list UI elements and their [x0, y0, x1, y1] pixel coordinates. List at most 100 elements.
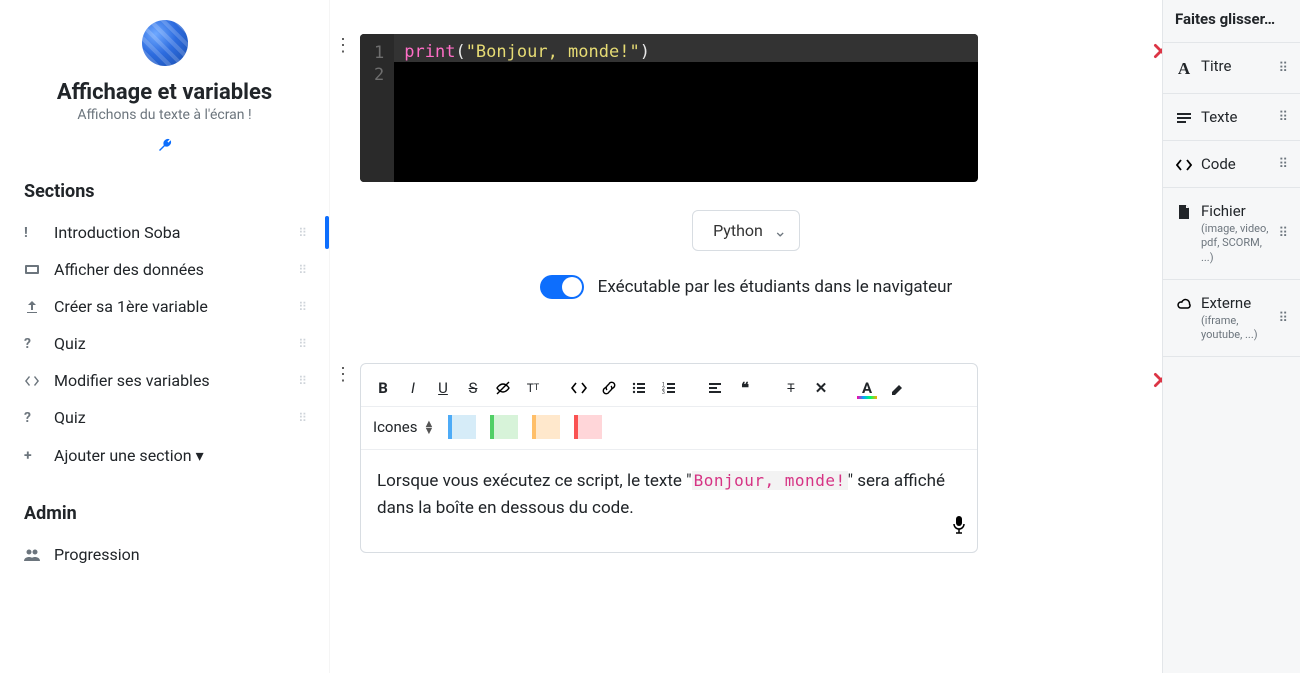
- italic-button[interactable]: I: [399, 374, 427, 402]
- palette-heading: Faites glisser…: [1163, 0, 1300, 43]
- remove-button[interactable]: ✕: [807, 374, 835, 402]
- grip-icon[interactable]: ⠿: [1278, 66, 1290, 71]
- rte-toolbar: B I U S TT: [361, 364, 977, 407]
- palette-item-code[interactable]: Code ⠿: [1163, 141, 1300, 188]
- grip-icon[interactable]: ⠿: [298, 304, 309, 310]
- palette-item-fichier[interactable]: Fichier (image, video, pdf, SCORM, ...) …: [1163, 188, 1300, 280]
- rte-icon-row: Icones ▲▼: [361, 407, 977, 450]
- microphone-icon[interactable]: [951, 515, 967, 544]
- code-icon: [1175, 157, 1193, 173]
- text-size-button[interactable]: TT: [519, 374, 547, 402]
- language-select[interactable]: Python ⌄: [692, 210, 800, 251]
- sidebar: Affichage et variables Affichons du text…: [0, 0, 330, 673]
- grip-icon[interactable]: ⠿: [298, 415, 309, 421]
- toggle-knob: [562, 277, 582, 297]
- grip-icon[interactable]: ⠿: [1278, 162, 1290, 167]
- icones-dropdown[interactable]: Icones ▲▼: [373, 418, 434, 436]
- file-icon: [1175, 204, 1193, 220]
- main-editor: ⋮ 1 2 print("Bonjour, monde!") Python ⌄: [330, 0, 1162, 673]
- svg-text:3: 3: [662, 390, 665, 396]
- wrench-icon[interactable]: [157, 138, 173, 157]
- palette-item-titre[interactable]: A Titre ⠿: [1163, 43, 1300, 94]
- bold-button[interactable]: B: [369, 374, 397, 402]
- section-item-quiz-1[interactable]: ? Quiz ⠿: [24, 325, 305, 362]
- swatch-blue[interactable]: [448, 415, 476, 439]
- drag-handle[interactable]: ⋮: [334, 373, 352, 377]
- chevron-down-icon: ⌄: [773, 221, 786, 240]
- course-subtitle: Affichons du texte à l'écran !: [24, 107, 305, 123]
- hide-icon[interactable]: [489, 374, 517, 402]
- admin-heading: Admin: [24, 503, 305, 524]
- clear-format-button[interactable]: T: [777, 374, 805, 402]
- ul-button[interactable]: [625, 374, 653, 402]
- question-icon: ?: [24, 336, 48, 352]
- code-token-fn: print: [404, 42, 455, 62]
- course-avatar: [142, 20, 188, 66]
- drag-handle[interactable]: ⋮: [334, 44, 352, 48]
- block-palette: Faites glisser… A Titre ⠿ Texte ⠿ Code ⠿…: [1162, 0, 1300, 673]
- highlight-button[interactable]: [883, 374, 911, 402]
- section-label: Quiz: [54, 334, 86, 353]
- course-title: Affichage et variables: [24, 80, 305, 105]
- swatch-green[interactable]: [490, 415, 518, 439]
- users-icon: [24, 547, 48, 563]
- add-section-label: Ajouter une section: [54, 446, 192, 465]
- swatch-orange[interactable]: [532, 415, 560, 439]
- line-gutter: 1 2: [360, 34, 394, 182]
- rte-inline-code: Bonjour, monde!: [692, 471, 848, 490]
- type-icon: A: [1175, 59, 1193, 79]
- section-item-quiz-2[interactable]: ? Quiz ⠿: [24, 399, 305, 436]
- link-button[interactable]: [595, 374, 623, 402]
- swatch-red[interactable]: [574, 415, 602, 439]
- add-section-button[interactable]: + Ajouter une section ▾: [24, 436, 305, 475]
- rich-text-editor: B I U S TT: [360, 363, 978, 553]
- language-value: Python: [713, 221, 763, 240]
- section-label: Introduction Soba: [54, 223, 180, 242]
- exclaim-icon: !: [24, 225, 48, 241]
- sections-list: ! Introduction Soba ⠿ Afficher des donné…: [24, 214, 305, 436]
- grip-icon[interactable]: ⠿: [1278, 231, 1290, 236]
- delete-block-button[interactable]: [1152, 42, 1162, 64]
- sort-icon: ▲▼: [423, 420, 434, 434]
- display-icon: [24, 262, 48, 278]
- rte-text: Lorsque vous exécutez ce script, le text…: [377, 471, 692, 491]
- code-token-string: "Bonjour, monde!": [466, 42, 640, 62]
- section-label: Créer sa 1ère variable: [54, 297, 208, 316]
- executable-toggle[interactable]: [540, 275, 584, 299]
- section-item-modifier[interactable]: Modifier ses variables ⠿: [24, 362, 305, 399]
- admin-list: Progression: [24, 536, 305, 573]
- palette-item-externe[interactable]: Externe (iframe, youtube, ...) ⠿: [1163, 280, 1300, 358]
- code-body[interactable]: print("Bonjour, monde!"): [394, 34, 978, 182]
- code-editor[interactable]: 1 2 print("Bonjour, monde!"): [360, 34, 978, 182]
- plus-icon: +: [24, 448, 48, 464]
- grip-icon[interactable]: ⠿: [298, 267, 309, 273]
- align-button[interactable]: [701, 374, 729, 402]
- grip-icon[interactable]: ⠿: [298, 378, 309, 384]
- code-icon: [24, 373, 48, 389]
- admin-item-progression[interactable]: Progression: [24, 536, 305, 573]
- section-item-afficher[interactable]: Afficher des données ⠿: [24, 251, 305, 288]
- delete-block-button[interactable]: [1152, 371, 1162, 393]
- quote-button[interactable]: ❝: [731, 374, 759, 402]
- ol-button[interactable]: 123: [655, 374, 683, 402]
- grip-icon[interactable]: ⠿: [1278, 115, 1290, 120]
- question-icon: ?: [24, 410, 48, 426]
- code-block-container: ⋮ 1 2 print("Bonjour, monde!") Python ⌄: [352, 34, 1140, 299]
- grip-icon[interactable]: ⠿: [298, 230, 309, 236]
- underline-button[interactable]: U: [429, 374, 457, 402]
- grip-icon[interactable]: ⠿: [1278, 316, 1290, 321]
- sections-heading: Sections: [24, 181, 305, 202]
- section-item-creer[interactable]: Créer sa 1ère variable ⠿: [24, 288, 305, 325]
- strike-button[interactable]: S: [459, 374, 487, 402]
- upload-icon: [24, 299, 48, 315]
- section-item-introduction[interactable]: ! Introduction Soba ⠿: [24, 214, 305, 251]
- chevron-down-icon: ▾: [196, 446, 204, 465]
- text-color-button[interactable]: A: [853, 374, 881, 402]
- section-label: Modifier ses variables: [54, 371, 210, 390]
- code-inline-button[interactable]: [565, 374, 593, 402]
- rte-content[interactable]: Lorsque vous exécutez ce script, le text…: [361, 450, 977, 552]
- palette-item-texte[interactable]: Texte ⠿: [1163, 94, 1300, 141]
- section-label: Quiz: [54, 408, 86, 427]
- section-label: Afficher des données: [54, 260, 204, 279]
- grip-icon[interactable]: ⠿: [298, 341, 309, 347]
